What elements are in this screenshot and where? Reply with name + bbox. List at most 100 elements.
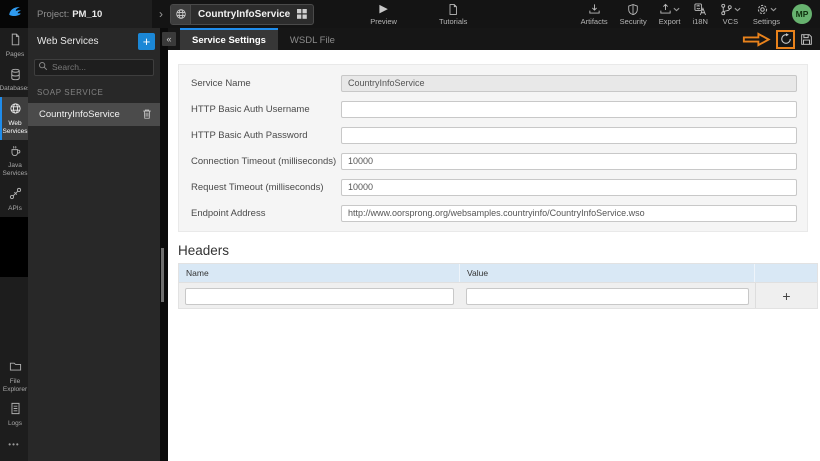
coffee-cup-icon [9, 145, 22, 161]
service-chip-label: CountryInfoService [198, 8, 291, 20]
add-header-row-button[interactable]: + [782, 289, 790, 303]
sidebar-item-pages[interactable]: Pages [0, 28, 28, 63]
sidebar-item-label: APIs [8, 204, 22, 212]
sidebar-divider-block [0, 216, 28, 277]
tab-wsdl-file[interactable]: WSDL File [278, 28, 347, 50]
header-name-input[interactable] [185, 287, 454, 305]
project-breadcrumb[interactable]: Project: PM_10 [28, 0, 152, 28]
service-settings-form: Service Name HTTP Basic Auth Username HT… [178, 64, 808, 232]
settings-label: Settings [752, 16, 780, 26]
log-file-icon [9, 402, 22, 418]
connection-timeout-field[interactable] [341, 152, 797, 170]
header-value-input[interactable] [466, 287, 749, 305]
delete-service-button[interactable] [142, 108, 152, 120]
folder-icon [9, 360, 22, 376]
sidebar-item-file-explorer[interactable]: File Explorer [0, 355, 28, 397]
breadcrumb-chevron-icon: › [159, 7, 163, 21]
sidebar-item-java-services[interactable]: Java Services [0, 140, 28, 182]
i18n-translate-icon [694, 2, 707, 16]
collapse-panel-button[interactable]: « [162, 32, 176, 46]
form-row-endpoint-address: Endpoint Address [179, 200, 807, 226]
soap-service-section-label: SOAP SERVICE [37, 87, 104, 97]
content-scrollbar[interactable] [161, 248, 164, 302]
field-label: Endpoint Address [191, 207, 266, 219]
top-bar: Project: PM_10 › CountryInfoService ▶ Pr… [0, 0, 820, 28]
preview-button[interactable]: ▶ Preview [370, 3, 397, 26]
annotation-arrow [742, 31, 771, 47]
column-header-actions [755, 264, 817, 282]
security-button[interactable]: Security [620, 3, 647, 26]
globe-icon [171, 4, 191, 24]
trash-icon [143, 109, 151, 119]
save-service-button[interactable] [800, 33, 813, 46]
sidebar-item-web-services[interactable]: Web Services [0, 97, 28, 140]
chevron-down-icon [770, 7, 777, 11]
sidebar-item-label: Pages [5, 50, 25, 58]
add-service-button[interactable]: + [138, 32, 155, 50]
panel-divider-strip [160, 28, 168, 461]
security-label: Security [619, 16, 647, 26]
headers-section-title: Headers [178, 243, 230, 258]
reload-icon [780, 33, 791, 44]
export-label: Export [658, 16, 681, 26]
chevron-down-icon [673, 7, 680, 11]
field-label: Service Name [191, 77, 251, 89]
save-icon [801, 33, 812, 45]
form-row-auth-username: HTTP Basic Auth Username [179, 96, 807, 122]
grid-icon[interactable] [297, 9, 313, 19]
vcs-label: VCS [722, 16, 739, 26]
service-list-item[interactable]: CountryInfoService [28, 102, 160, 126]
database-icon [9, 68, 22, 84]
field-label: Request Timeout (milliseconds) [191, 181, 324, 193]
tab-service-settings[interactable]: Service Settings [180, 28, 278, 50]
export-button[interactable]: Export [658, 3, 681, 26]
settings-button[interactable]: Settings [753, 3, 780, 26]
tab-bar: « Service Settings WSDL File [162, 28, 820, 50]
http-basic-auth-username-field[interactable] [341, 100, 797, 118]
web-services-panel: Web Services + SOAP SERVICE CountryInfoS… [28, 28, 160, 461]
artifacts-label: Artifacts [580, 16, 608, 26]
i18n-button[interactable]: i18N [692, 2, 708, 26]
reload-service-button[interactable] [776, 29, 795, 49]
headers-table: Name Value + [178, 263, 818, 309]
sidebar-item-label: Java Services [2, 162, 28, 178]
service-name-field[interactable] [341, 74, 797, 92]
export-upload-icon [659, 3, 680, 16]
security-shield-icon [627, 3, 639, 16]
endpoint-address-field[interactable] [341, 204, 797, 222]
service-chip[interactable]: CountryInfoService [170, 3, 315, 25]
column-header-name: Name [179, 264, 460, 282]
request-timeout-field[interactable] [341, 178, 797, 196]
preview-label: Preview [370, 16, 397, 26]
chevron-down-icon [734, 7, 741, 11]
app-logo[interactable] [0, 0, 28, 28]
form-row-auth-password: HTTP Basic Auth Password [179, 122, 807, 148]
left-nav-rail: Pages Databases Web Services Java Servic… [0, 28, 31, 461]
page-icon [9, 33, 22, 49]
user-avatar[interactable]: MP [792, 4, 812, 24]
sidebar-item-databases[interactable]: Databases [0, 63, 31, 98]
panel-title: Web Services [37, 35, 99, 47]
globe-icon [9, 102, 22, 118]
form-row-request-timeout: Request Timeout (milliseconds) [179, 174, 807, 200]
http-basic-auth-password-field[interactable] [341, 126, 797, 144]
artifacts-button[interactable]: Artifacts [581, 3, 608, 26]
service-settings-content: « Service Settings WSDL File Service Nam… [162, 28, 820, 461]
more-options-icon[interactable]: ••• [0, 432, 28, 461]
service-item-label: CountryInfoService [39, 108, 120, 120]
search-input[interactable] [34, 58, 154, 76]
api-connector-icon [9, 187, 22, 203]
tutorials-button[interactable]: Tutorials [439, 3, 467, 26]
vcs-button[interactable]: VCS [720, 3, 741, 26]
topbar-right-tools: Artifacts Security Export i18N VCS Setti… [581, 2, 820, 26]
sidebar-item-label: Databases [0, 85, 31, 93]
sidebar-item-logs[interactable]: Logs [0, 397, 28, 432]
form-row-connection-timeout: Connection Timeout (milliseconds) [179, 148, 807, 174]
field-label: HTTP Basic Auth Password [191, 129, 308, 141]
sidebar-item-apis[interactable]: APIs [0, 182, 28, 217]
i18n-label: i18N [692, 16, 708, 26]
tutorials-doc-icon [447, 3, 459, 16]
field-label: HTTP Basic Auth Username [191, 103, 310, 115]
column-header-value: Value [460, 264, 755, 282]
